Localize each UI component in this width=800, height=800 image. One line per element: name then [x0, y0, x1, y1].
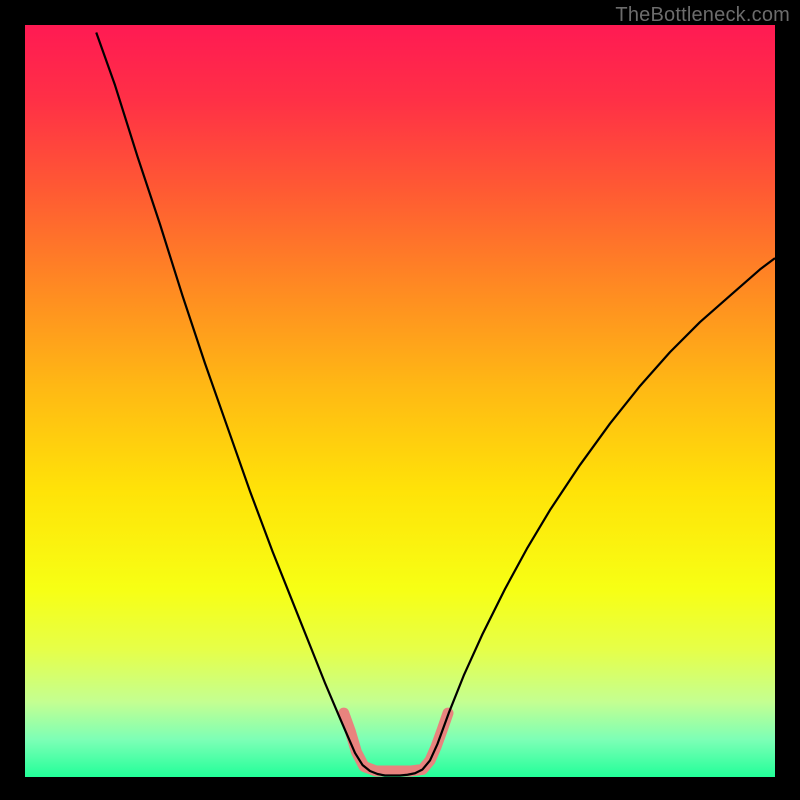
chart-frame: TheBottleneck.com: [0, 0, 800, 800]
gradient-background: [25, 25, 775, 777]
bottleneck-chart: [0, 0, 800, 800]
watermark-label: TheBottleneck.com: [615, 4, 790, 27]
